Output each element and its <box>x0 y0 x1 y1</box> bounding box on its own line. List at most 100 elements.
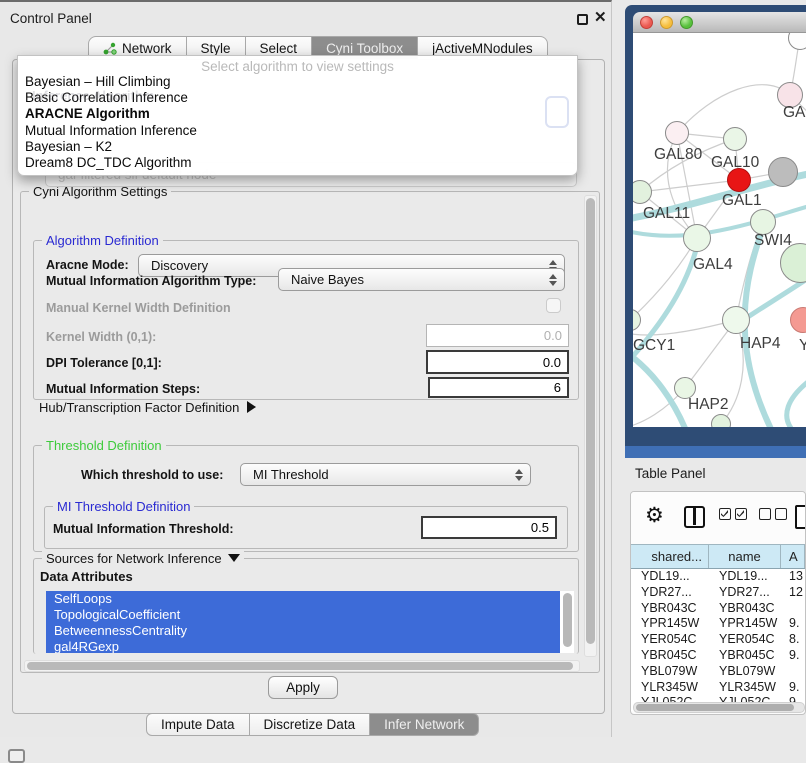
node[interactable] <box>665 121 689 145</box>
mi-threshold-definition-group: MI Threshold Definition Mutual Informati… <box>44 506 568 549</box>
minimize-traffic-light[interactable] <box>660 16 673 29</box>
table-row[interactable]: YBR045CYBR045C9. <box>631 648 805 664</box>
popup-hint: Select algorithm to view settings <box>18 56 577 74</box>
attribute-item[interactable]: TopologicalCoefficient <box>46 607 560 623</box>
network-window-titlebar[interactable] <box>633 12 806 33</box>
table-horizontal-scrollbar[interactable] <box>633 702 805 713</box>
algorithm-option[interactable]: Bayesian – K2 <box>18 139 577 155</box>
expanded-arrow-icon <box>228 554 240 562</box>
close-icon[interactable]: ✕ <box>594 8 607 26</box>
manual-kernel-label: Manual Kernel Width Definition <box>46 301 231 315</box>
tab-infer-network[interactable]: Infer Network <box>370 713 479 736</box>
ghost-combo-fragment <box>545 96 569 128</box>
network-icon <box>103 42 117 55</box>
apply-button[interactable]: Apply <box>268 676 338 699</box>
table-row[interactable]: YBR043CYBR043C <box>631 601 805 617</box>
hub-definition-toggle[interactable]: Hub/Transcription Factor Definition <box>39 400 256 415</box>
mi-steps-field[interactable]: 6 <box>428 377 569 398</box>
algorithm-option[interactable]: Mutual Information Inference <box>18 123 577 139</box>
column-header[interactable]: A <box>781 545 805 568</box>
data-attributes-label: Data Attributes <box>40 569 133 584</box>
manual-kernel-checkbox[interactable] <box>546 298 561 313</box>
table-row[interactable]: YLR345WYLR345W9. <box>631 680 805 696</box>
node-label: Y <box>799 337 806 355</box>
table-header: shared... name A <box>631 544 805 569</box>
node-label: GAL11 <box>643 205 690 223</box>
node[interactable] <box>723 127 747 151</box>
node-label: GAL10 <box>711 154 759 172</box>
unchecked-box-icon[interactable] <box>759 508 771 520</box>
close-traffic-light[interactable] <box>640 16 653 29</box>
table-row[interactable]: YPR145WYPR145W9. <box>631 616 805 632</box>
table-toolbar: ⚙ <box>631 492 805 544</box>
table-panel: ⚙ shared... name A YDL19...YDL19...13 YD… <box>630 491 806 715</box>
screen: { "window": { "title": "Control Panel" }… <box>0 0 806 762</box>
dpi-tolerance-field[interactable]: 0.0 <box>426 350 569 374</box>
collapsed-panel-icon[interactable] <box>8 749 25 763</box>
node-label: GAL1 <box>722 192 762 210</box>
algorithm-definition-group: Algorithm Definition Aracne Mode: Discov… <box>33 240 579 400</box>
node-label: GAL <box>783 104 806 122</box>
table-row[interactable]: YBL079WYBL079W <box>631 664 805 680</box>
mi-algorithm-type-label: Mutual Information Algorithm Type: <box>46 274 256 288</box>
unchecked-box-icon[interactable] <box>775 508 787 520</box>
attribute-item[interactable]: SelfLoops <box>46 591 560 607</box>
tab-impute-data[interactable]: Impute Data <box>146 713 250 736</box>
node-table: shared... name A YDL19...YDL19...13 YDR2… <box>631 544 805 711</box>
node-label: GAL80 <box>654 146 702 164</box>
table-row[interactable]: YDR27...YDR27...12 <box>631 585 805 601</box>
mi-threshold-label: Mutual Information Threshold: <box>53 522 234 536</box>
mi-threshold-field[interactable]: 0.5 <box>421 516 557 539</box>
node[interactable] <box>683 224 711 252</box>
tab-discretize-data[interactable]: Discretize Data <box>250 713 371 736</box>
algorithm-option-selected[interactable]: ARACNE Algorithm <box>18 106 577 122</box>
attribute-item[interactable]: BetweennessCentrality <box>46 623 560 639</box>
node-label: HAP2 <box>688 396 729 414</box>
mi-steps-label: Mutual Information Steps: <box>46 382 200 396</box>
zoom-traffic-light[interactable] <box>680 16 693 29</box>
ghost-group-label: Inference Algorithm <box>32 88 154 103</box>
node[interactable] <box>768 157 798 187</box>
settings-vertical-scrollbar[interactable] <box>584 195 597 657</box>
node-label: GAL4 <box>693 256 733 274</box>
data-attributes-list: SelfLoops TopologicalCoefficient Between… <box>46 591 574 653</box>
which-threshold-combo[interactable]: MI Threshold <box>240 463 531 486</box>
sources-toggle[interactable]: Sources for Network Inference <box>42 551 244 566</box>
dpi-tolerance-label: DPI Tolerance [0,1]: <box>46 356 162 370</box>
node[interactable] <box>722 306 750 334</box>
mi-algorithm-type-combo[interactable]: Naive Bayes <box>278 268 565 291</box>
which-threshold-label: Which threshold to use: <box>81 468 223 482</box>
table-panel-region: Table Panel ⚙ shared... name A YDL19...Y… <box>625 458 806 762</box>
node-label: HAP4 <box>740 335 781 353</box>
split-columns-icon[interactable] <box>684 506 705 528</box>
table-row[interactable]: YER054CYER054C8. <box>631 632 805 648</box>
bottom-tab-bar: Impute Data Discretize Data Infer Networ… <box>146 713 479 736</box>
algorithm-option[interactable]: Dream8 DC_TDC Algorithm <box>18 155 577 171</box>
kernel-width-label: Kernel Width (0,1): <box>46 330 156 344</box>
node-label: GCY1 <box>633 337 675 355</box>
network-canvas[interactable]: GAL GAL80 GAL10 GAL1 GAL11 SWI4 GAL4 GCY… <box>633 33 806 427</box>
gear-icon[interactable]: ⚙ <box>645 505 664 526</box>
kernel-width-field[interactable]: 0.0 <box>426 324 569 347</box>
list-scrollbar[interactable] <box>563 593 572 647</box>
column-header[interactable]: shared... <box>631 545 709 568</box>
desktop-strip <box>625 446 806 458</box>
control-panel-window: Control Panel ✕ Network Style Select Cyn… <box>0 0 612 737</box>
threshold-definition-group: Threshold Definition Which threshold to … <box>33 445 579 552</box>
checked-box-icon[interactable] <box>719 508 731 520</box>
node[interactable] <box>711 414 731 427</box>
tab-label: Network <box>122 41 172 56</box>
checked-box-icon[interactable] <box>735 508 747 520</box>
cyni-algorithm-settings-group: Cyni Algorithm Settings Algorithm Defini… <box>20 191 600 673</box>
table-panel-title: Table Panel <box>635 466 706 481</box>
page-icon[interactable] <box>795 505 806 529</box>
column-header[interactable]: name <box>709 545 781 568</box>
window-title: Control Panel <box>10 11 92 26</box>
settings-horizontal-scrollbar[interactable] <box>24 660 580 672</box>
node-label: SWI4 <box>754 232 792 250</box>
collapsed-arrow-icon <box>247 401 256 413</box>
attribute-item[interactable]: gal4RGexp <box>46 639 560 653</box>
restore-icon[interactable] <box>577 14 588 25</box>
table-row[interactable]: YDL19...YDL19...13 <box>631 569 805 585</box>
aracne-mode-label: Aracne Mode: <box>46 258 129 272</box>
